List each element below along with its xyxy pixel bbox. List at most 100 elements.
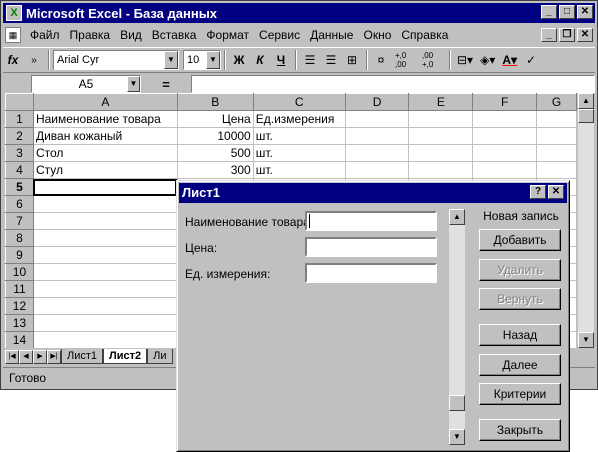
cell[interactable] xyxy=(344,127,410,145)
dialog-help-button[interactable]: ? xyxy=(530,185,546,199)
row-header[interactable]: 5 xyxy=(5,178,34,196)
currency-icon[interactable]: ¤ xyxy=(371,50,391,70)
cell[interactable]: шт. xyxy=(252,144,346,162)
italic-button[interactable]: К xyxy=(250,50,270,70)
cell[interactable]: Стол xyxy=(32,144,178,162)
cell[interactable]: Наименование товара xyxy=(32,110,178,128)
cell[interactable] xyxy=(32,314,178,332)
menu-format[interactable]: Формат xyxy=(201,28,254,42)
cell[interactable] xyxy=(32,246,178,264)
cell[interactable] xyxy=(32,263,178,281)
cell[interactable] xyxy=(536,144,577,162)
column-header[interactable]: B xyxy=(176,93,254,111)
cell[interactable] xyxy=(408,144,474,162)
record-scroll-thumb[interactable] xyxy=(449,395,465,411)
bold-button[interactable]: Ж xyxy=(229,50,249,70)
cell[interactable]: шт. xyxy=(252,161,346,179)
cell[interactable] xyxy=(32,212,178,230)
fill-color-icon[interactable]: ◈▾ xyxy=(477,50,498,70)
column-header[interactable]: D xyxy=(344,93,410,111)
cell[interactable] xyxy=(472,127,538,145)
prev-sheet-icon[interactable]: ◀ xyxy=(19,349,33,364)
row-header[interactable]: 2 xyxy=(5,127,34,145)
cell[interactable]: 300 xyxy=(176,161,254,179)
row-header[interactable]: 10 xyxy=(5,263,34,281)
menu-view[interactable]: Вид xyxy=(115,28,147,42)
chevron-down-icon[interactable]: ▼ xyxy=(127,76,140,92)
cell[interactable] xyxy=(472,144,538,162)
underline-button[interactable]: Ч xyxy=(271,50,291,70)
row-header[interactable]: 9 xyxy=(5,246,34,264)
criteria-button[interactable]: Критерии xyxy=(479,383,561,405)
column-header[interactable]: C xyxy=(252,93,346,111)
sheet-tab-2[interactable]: Лист2 xyxy=(103,349,148,364)
delete-record-button[interactable]: Удалить xyxy=(479,259,561,281)
cell[interactable]: Диван кожаный xyxy=(32,127,178,145)
column-header[interactable]: E xyxy=(408,93,474,111)
row-header[interactable]: 1 xyxy=(5,110,34,128)
cell[interactable] xyxy=(536,127,577,145)
prev-record-button[interactable]: Назад xyxy=(479,324,561,346)
menu-window[interactable]: Окно xyxy=(358,28,396,42)
cell[interactable] xyxy=(344,110,410,128)
menu-tools[interactable]: Сервис xyxy=(254,28,305,42)
cell[interactable] xyxy=(32,331,178,348)
chevron-down-icon[interactable]: ▼ xyxy=(164,51,178,69)
scroll-down-icon[interactable]: ▼ xyxy=(578,332,594,348)
close-dialog-button[interactable]: Закрыть xyxy=(479,419,561,441)
cell[interactable] xyxy=(408,127,474,145)
borders-icon[interactable]: ⊟▾ xyxy=(454,50,476,70)
column-header[interactable]: F xyxy=(472,93,538,111)
formula-input[interactable] xyxy=(191,75,595,93)
row-header[interactable]: 6 xyxy=(5,195,34,213)
menu-edit[interactable]: Правка xyxy=(65,28,116,42)
font-name-select[interactable]: Arial Cyr ▼ xyxy=(53,50,179,70)
row-header[interactable]: 13 xyxy=(5,314,34,332)
row-header[interactable]: 7 xyxy=(5,212,34,230)
cell[interactable] xyxy=(32,178,178,196)
row-header[interactable]: 12 xyxy=(5,297,34,315)
scroll-up-icon[interactable]: ▲ xyxy=(578,93,594,109)
menu-data[interactable]: Данные xyxy=(305,28,358,42)
spelling-icon[interactable]: ✓ xyxy=(521,50,541,70)
scroll-thumb[interactable] xyxy=(578,109,594,123)
cell[interactable] xyxy=(536,161,577,179)
row-header[interactable]: 14 xyxy=(5,331,34,348)
cell[interactable] xyxy=(32,229,178,247)
chevron-down-icon[interactable]: ▼ xyxy=(206,51,220,69)
merge-center-icon[interactable]: ⊞ xyxy=(342,50,362,70)
dialog-close-button[interactable]: ✕ xyxy=(548,185,564,199)
document-icon[interactable]: ▦ xyxy=(5,27,21,43)
cell[interactable]: Ед.измерения xyxy=(252,110,346,128)
cell[interactable] xyxy=(32,195,178,213)
sheet-tab-1[interactable]: Лист1 xyxy=(61,349,104,364)
vertical-scrollbar[interactable]: ▲ ▼ xyxy=(578,93,594,348)
last-sheet-icon[interactable]: ▶| xyxy=(47,349,61,364)
record-scrollbar[interactable]: ▲ ▼ xyxy=(449,209,465,445)
cell[interactable] xyxy=(408,110,474,128)
column-header[interactable]: G xyxy=(536,93,577,111)
align-center-icon[interactable]: ☰ xyxy=(321,50,341,70)
cell[interactable]: 500 xyxy=(176,144,254,162)
menu-insert[interactable]: Вставка xyxy=(147,28,202,42)
row-header[interactable]: 4 xyxy=(5,161,34,179)
formula-equals-button[interactable]: = xyxy=(141,77,191,92)
restore-record-button[interactable]: Вернуть xyxy=(479,288,561,310)
next-sheet-icon[interactable]: ▶ xyxy=(33,349,47,364)
doc-minimize-button[interactable]: _ xyxy=(541,28,557,42)
row-header[interactable]: 8 xyxy=(5,229,34,247)
menu-file[interactable]: Файл xyxy=(25,28,65,42)
decrease-decimal-button[interactable]: ,00 +,0 xyxy=(419,50,445,70)
cell[interactable] xyxy=(408,161,474,179)
dialog-title-bar[interactable]: Лист1 ? ✕ xyxy=(179,183,567,203)
cell[interactable] xyxy=(32,297,178,315)
select-all-corner[interactable] xyxy=(5,93,34,111)
more-buttons-chevron[interactable]: » xyxy=(24,50,44,70)
font-size-select[interactable]: 10 ▼ xyxy=(183,50,221,70)
doc-close-button[interactable]: ✕ xyxy=(577,28,593,42)
excel-app-icon[interactable]: X xyxy=(6,5,22,21)
cell[interactable]: Цена xyxy=(176,110,254,128)
next-record-button[interactable]: Далее xyxy=(479,354,561,376)
align-left-icon[interactable]: ☰ xyxy=(300,50,320,70)
font-color-icon[interactable]: A▾ xyxy=(499,50,520,70)
